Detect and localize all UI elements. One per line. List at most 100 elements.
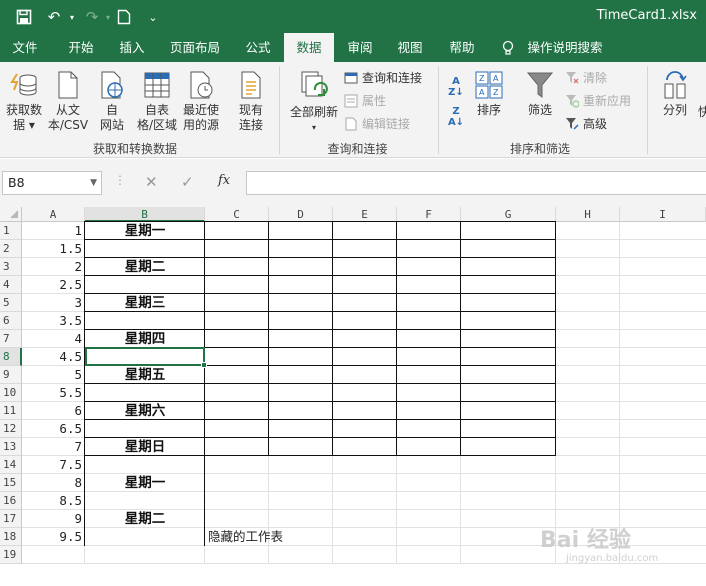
cancel-icon[interactable]: ✕ (145, 173, 158, 191)
cell-b[interactable] (85, 546, 205, 564)
cell-a[interactable]: 4.5 (22, 348, 85, 366)
clear-filter-button[interactable]: 清除 (565, 69, 607, 87)
tab-view[interactable]: 视图 (390, 33, 430, 62)
row-header[interactable]: 4 (0, 276, 22, 294)
queries-connections-button[interactable]: 查询和连接 (344, 69, 422, 87)
formula-input[interactable] (246, 171, 706, 195)
column-header-e[interactable]: E (333, 207, 397, 222)
row-header[interactable]: 1 (0, 222, 22, 240)
cell-a[interactable]: 2.5 (22, 276, 85, 294)
cell-a[interactable]: 6 (22, 402, 85, 420)
fill-handle[interactable] (201, 362, 207, 368)
tab-insert[interactable]: 插入 (108, 33, 156, 62)
cell-a[interactable]: 3.5 (22, 312, 85, 330)
column-header-b[interactable]: B (85, 207, 205, 222)
cell-b[interactable]: 星期四 (85, 330, 205, 348)
cell-b[interactable]: 星期二 (85, 510, 205, 528)
cell-a[interactable]: 5 (22, 366, 85, 384)
refresh-all-button[interactable]: 全部刷新 ▾ (286, 70, 342, 135)
column-header-h[interactable]: H (556, 207, 620, 222)
filter-button[interactable]: 筛选 (522, 70, 558, 118)
row-header[interactable]: 5 (0, 294, 22, 312)
cell-a[interactable]: 9 (22, 510, 85, 528)
row-header[interactable]: 15 (0, 474, 22, 492)
column-header-f[interactable]: F (397, 207, 461, 222)
enter-icon[interactable]: ✓ (181, 173, 194, 191)
cell-b[interactable]: 星期五 (85, 366, 205, 384)
cell-a[interactable]: 5.5 (22, 384, 85, 402)
tab-formulas[interactable]: 公式 (236, 33, 280, 62)
row-header[interactable]: 12 (0, 420, 22, 438)
cell-b[interactable]: 星期二 (85, 258, 205, 276)
get-data-button[interactable]: 获取数 据 ▾ (2, 70, 46, 133)
flash-fill-button[interactable]: 快 (698, 105, 706, 120)
cell-a[interactable]: 8.5 (22, 492, 85, 510)
tab-page-layout[interactable]: 页面布局 (163, 33, 227, 62)
row-header[interactable]: 11 (0, 402, 22, 420)
from-web-button[interactable]: 自 网站 (92, 70, 132, 133)
row-header[interactable]: 13 (0, 438, 22, 456)
cell-b[interactable] (85, 492, 205, 510)
sort-za-button[interactable]: Z A↓ (446, 106, 466, 128)
column-header-i[interactable]: I (620, 207, 706, 222)
save-icon[interactable] (14, 7, 34, 27)
row-header[interactable]: 3 (0, 258, 22, 276)
cell-a[interactable]: 7.5 (22, 456, 85, 474)
existing-connections-button[interactable]: 现有 连接 (232, 70, 270, 133)
cell-a[interactable] (22, 546, 85, 564)
cell-b[interactable] (85, 420, 205, 438)
tab-help[interactable]: 帮助 (442, 33, 482, 62)
undo-icon[interactable]: ↶ (44, 7, 64, 27)
cell-a[interactable]: 6.5 (22, 420, 85, 438)
row-header[interactable]: 6 (0, 312, 22, 330)
cell-b[interactable] (85, 276, 205, 294)
tab-data[interactable]: 数据 (284, 33, 334, 62)
row-header[interactable]: 16 (0, 492, 22, 510)
cell-a[interactable]: 2 (22, 258, 85, 276)
row-header[interactable]: 8 (0, 348, 22, 366)
row-header[interactable]: 2 (0, 240, 22, 258)
select-all-corner[interactable] (0, 207, 22, 222)
new-document-icon[interactable] (114, 7, 134, 27)
row-header[interactable]: 18 (0, 528, 22, 546)
from-table-range-button[interactable]: 自表 格/区域 (134, 70, 180, 133)
insert-function-icon[interactable]: fx (218, 173, 230, 188)
undo-dropdown-icon[interactable]: ▾ (62, 7, 82, 27)
cell-b[interactable] (85, 312, 205, 330)
cell-b[interactable] (85, 240, 205, 258)
name-box[interactable]: B8 ▼ (2, 171, 102, 195)
cell-b[interactable]: 星期六 (85, 402, 205, 420)
cell-a[interactable]: 8 (22, 474, 85, 492)
column-header-g[interactable]: G (461, 207, 556, 222)
cell-a[interactable]: 1 (22, 222, 85, 240)
column-header-c[interactable]: C (205, 207, 269, 222)
cell-b[interactable] (85, 384, 205, 402)
sort-az-button[interactable]: A Z↓ (446, 76, 466, 98)
cell-a[interactable]: 1.5 (22, 240, 85, 258)
cell-a[interactable]: 3 (22, 294, 85, 312)
advanced-filter-button[interactable]: 高级 (565, 115, 607, 133)
from-text-csv-button[interactable]: 从文 本/CSV (46, 70, 90, 133)
tab-home[interactable]: 开始 (57, 33, 105, 62)
cell-b[interactable] (85, 456, 205, 474)
lightbulb-icon[interactable] (499, 33, 517, 62)
recent-sources-button[interactable]: 最近使 用的源 (180, 70, 222, 133)
row-header[interactable]: 10 (0, 384, 22, 402)
cell-b[interactable]: 星期一 (85, 474, 205, 492)
text-to-columns-button[interactable]: 分列 (656, 70, 694, 118)
cell-b[interactable]: 星期一 (85, 222, 205, 240)
cell-b[interactable]: 星期日 (85, 438, 205, 456)
name-box-dropdown-icon[interactable]: ▼ (90, 172, 97, 194)
row-header[interactable]: 7 (0, 330, 22, 348)
row-header[interactable]: 14 (0, 456, 22, 474)
edit-links-button[interactable]: 编辑链接 (344, 115, 410, 133)
cell-a[interactable]: 4 (22, 330, 85, 348)
tab-review[interactable]: 审阅 (340, 33, 380, 62)
cell-a[interactable]: 9.5 (22, 528, 85, 546)
tab-file[interactable]: 文件 (2, 33, 48, 62)
sort-button[interactable]: ZAAZ 排序 (472, 70, 506, 118)
tell-me-search[interactable]: 操作说明搜索 (524, 33, 606, 62)
customize-quick-access-icon[interactable]: ⌄ (143, 7, 163, 27)
cell-b[interactable]: 星期三 (85, 294, 205, 312)
cell-a[interactable]: 7 (22, 438, 85, 456)
